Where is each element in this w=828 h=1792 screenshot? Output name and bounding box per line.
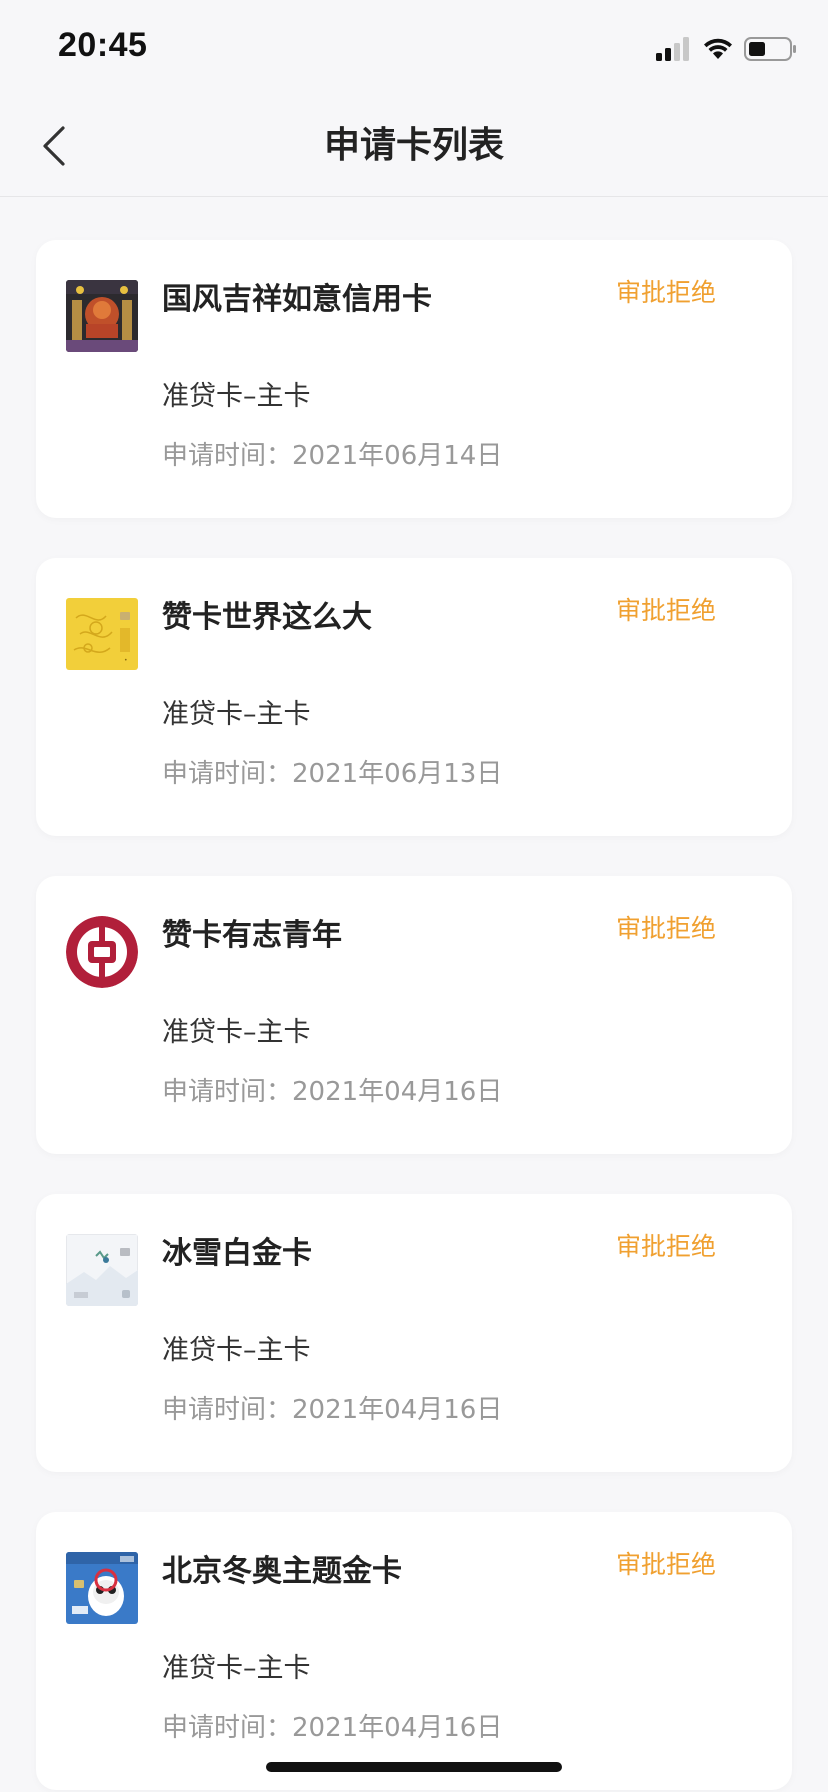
application-date: 2021年04月16日 (292, 1713, 503, 1743)
card-application-item[interactable]: 赞卡有志青年 审批拒绝 准贷卡–主卡 申请时间：2021年04月16日 (36, 876, 792, 1154)
status-icons (656, 34, 798, 64)
page-title: 申请卡列表 (323, 125, 504, 166)
battery-icon (744, 37, 796, 61)
card-type: 准贷卡–主卡 (162, 699, 311, 730)
application-date-row: 申请时间：2021年04月16日 (162, 1710, 502, 1746)
card-name: 赞卡世界这么大 (162, 600, 372, 635)
nav-bar: 申请卡列表 (0, 96, 828, 197)
yellow-card-image: • (66, 598, 138, 670)
application-date-row: 申请时间：2021年04月16日 (162, 1392, 502, 1428)
card-application-item[interactable]: • 赞卡世界这么大 审批拒绝 准贷卡–主卡 申请时间：2021年06月13日 (36, 558, 792, 836)
date-label: 申请时间： (162, 1713, 293, 1743)
card-name: 赞卡有志青年 (162, 918, 342, 953)
card-application-item[interactable]: 国风吉祥如意信用卡 审批拒绝 准贷卡–主卡 申请时间：2021年06月14日 (36, 240, 792, 518)
application-date: 2021年06月13日 (292, 759, 503, 789)
card-type: 准贷卡–主卡 (162, 1335, 311, 1366)
screen: 20:45 申请卡列表 国风吉祥如意信用卡 审批拒绝 准贷卡–主卡 申请时间：2… (0, 0, 828, 1792)
application-date: 2021年04月16日 (292, 1077, 503, 1107)
card-name: 冰雪白金卡 (162, 1236, 312, 1271)
svg-text:•: • (124, 657, 128, 664)
date-label: 申请时间： (162, 759, 293, 789)
status-badge: 审批拒绝 (616, 1550, 717, 1579)
application-date: 2021年06月14日 (292, 441, 503, 471)
card-type: 准贷卡–主卡 (162, 1017, 311, 1048)
card-application-item[interactable]: 冰雪白金卡 审批拒绝 准贷卡–主卡 申请时间：2021年04月16日 (36, 1194, 792, 1472)
signal-icon (656, 37, 689, 61)
application-date-row: 申请时间：2021年06月14日 (162, 438, 502, 474)
card-name: 北京冬奥主题金卡 (162, 1554, 402, 1589)
card-type: 准贷卡–主卡 (162, 381, 311, 412)
card-list: 国风吉祥如意信用卡 审批拒绝 准贷卡–主卡 申请时间：2021年06月14日 •… (36, 240, 792, 1792)
application-date-row: 申请时间：2021年06月13日 (162, 756, 502, 792)
card-application-item[interactable]: 北京冬奥主题金卡 审批拒绝 准贷卡–主卡 申请时间：2021年04月16日 (36, 1512, 792, 1790)
application-date-row: 申请时间：2021年04月16日 (162, 1074, 502, 1110)
date-label: 申请时间： (162, 1395, 293, 1425)
application-date: 2021年04月16日 (292, 1395, 503, 1425)
ice-snow-card-image (66, 1234, 138, 1306)
status-badge: 审批拒绝 (616, 914, 717, 943)
card-name: 国风吉祥如意信用卡 (162, 282, 432, 317)
status-badge: 审批拒绝 (616, 278, 717, 307)
guofeng-card-image (66, 280, 138, 352)
winter-olympics-card-image (66, 1552, 138, 1624)
status-badge: 审批拒绝 (616, 1232, 717, 1261)
date-label: 申请时间： (162, 441, 293, 471)
date-label: 申请时间： (162, 1077, 293, 1107)
bank-of-china-logo (66, 916, 138, 988)
status-time: 20:45 (58, 26, 148, 64)
home-indicator (266, 1762, 562, 1772)
card-type: 准贷卡–主卡 (162, 1653, 311, 1684)
wifi-icon (704, 38, 732, 59)
status-badge: 审批拒绝 (616, 596, 717, 625)
status-bar: 20:45 (0, 0, 828, 96)
